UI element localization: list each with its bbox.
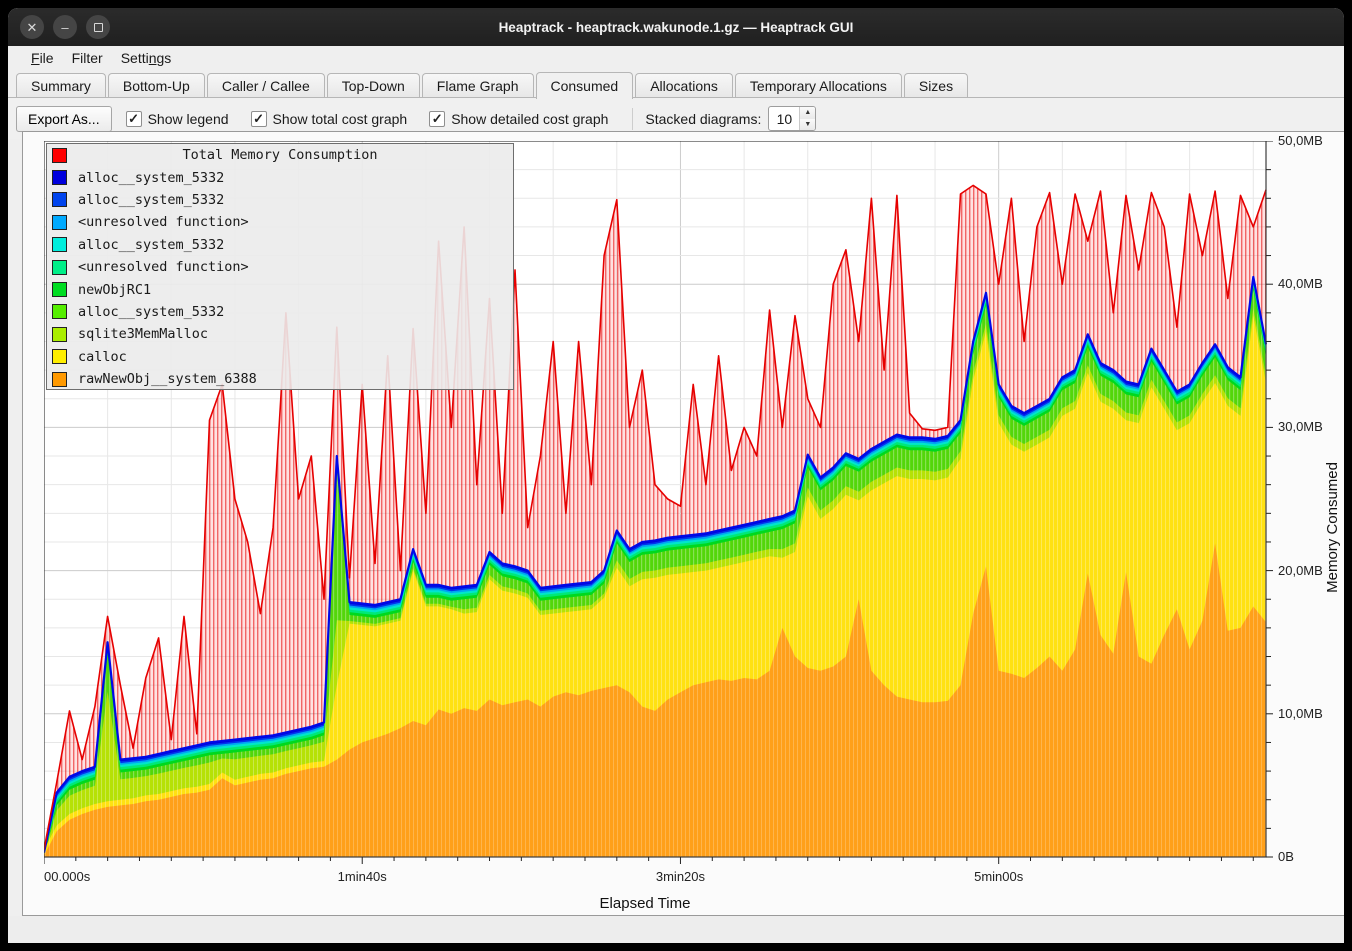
legend-label: alloc__system_5332	[78, 304, 224, 320]
legend-swatch-icon	[52, 237, 67, 252]
spinner-value[interactable]: 10	[769, 107, 799, 130]
menu-file[interactable]: File	[22, 48, 63, 68]
spinner-buttons: ▲ ▼	[799, 107, 815, 130]
y-tick-label: 10,0MB	[1278, 706, 1323, 721]
legend-label: rawNewObj__system_6388	[78, 371, 257, 387]
legend-swatch-icon	[52, 327, 67, 342]
spinner-up-icon[interactable]: ▲	[800, 107, 815, 119]
tab-bar: SummaryBottom-UpCaller / CalleeTop-DownF…	[8, 70, 1344, 98]
y-tick-label: 0B	[1278, 849, 1294, 864]
legend-label: <unresolved function>	[78, 214, 249, 230]
checkbox-show-legend[interactable]: ✓ Show legend	[126, 111, 229, 127]
checkbox-show-detailed-cost-graph[interactable]: ✓ Show detailed cost graph	[429, 111, 608, 127]
menu-filter[interactable]: Filter	[63, 48, 112, 68]
legend-swatch-icon	[52, 260, 67, 275]
tab-consumed[interactable]: Consumed	[536, 72, 634, 99]
title-bar: ✕ – Heaptrack - heaptrack.wakunode.1.gz …	[8, 8, 1344, 46]
legend-item: alloc__system_5332	[47, 301, 513, 323]
legend-swatch-icon	[52, 372, 67, 387]
menu-settings[interactable]: Settings	[112, 48, 181, 68]
checkbox-check-icon[interactable]: ✓	[251, 111, 267, 127]
legend-label: newObjRC1	[78, 282, 151, 298]
spinner-down-icon[interactable]: ▼	[800, 119, 815, 131]
x-tick-label: 3min20s	[620, 869, 740, 884]
export-as-button[interactable]: Export As...	[16, 106, 112, 132]
checkbox-label: Show legend	[148, 111, 229, 127]
legend-item: alloc__system_5332	[47, 189, 513, 211]
menu-bar: FileFilterSettings	[8, 46, 1344, 70]
legend-swatch-icon	[52, 192, 67, 207]
legend-item: rawNewObj__system_6388	[47, 368, 513, 390]
legend-item: alloc__system_5332	[47, 166, 513, 188]
legend-swatch-icon	[52, 349, 67, 364]
desktop: ✕ – Heaptrack - heaptrack.wakunode.1.gz …	[0, 0, 1352, 951]
tab-caller-callee[interactable]: Caller / Callee	[207, 73, 325, 98]
stacked-diagrams-spinner[interactable]: 10 ▲ ▼	[768, 106, 816, 131]
tab-flame-graph[interactable]: Flame Graph	[422, 73, 534, 98]
tab-allocations[interactable]: Allocations	[635, 73, 733, 98]
tab-summary[interactable]: Summary	[16, 73, 106, 98]
legend-swatch-icon	[52, 304, 67, 319]
heaptrack-window: ✕ – Heaptrack - heaptrack.wakunode.1.gz …	[8, 8, 1344, 943]
legend-label: alloc__system_5332	[78, 170, 224, 186]
tab-temporary-allocations[interactable]: Temporary Allocations	[735, 73, 902, 98]
stacked-diagrams-label: Stacked diagrams:	[645, 111, 761, 127]
checkbox-check-icon[interactable]: ✓	[429, 111, 445, 127]
x-tick-label: 5min00s	[939, 869, 1059, 884]
checkbox-label: Show detailed cost graph	[451, 111, 608, 127]
consumed-chart-panel: Total Memory Consumption alloc__system_53…	[22, 131, 1344, 916]
y-tick-label: 40,0MB	[1278, 276, 1323, 291]
legend-label: calloc	[78, 349, 127, 365]
x-tick-label: 00.000s	[44, 869, 90, 884]
legend-item: newObjRC1	[47, 278, 513, 300]
legend-label: alloc__system_5332	[78, 192, 224, 208]
legend-item: sqlite3MemMalloc	[47, 323, 513, 345]
legend-item: alloc__system_5332	[47, 234, 513, 256]
legend-swatch-icon	[52, 215, 67, 230]
chart-legend: Total Memory Consumption alloc__system_53…	[46, 143, 514, 390]
tab-top-down[interactable]: Top-Down	[327, 73, 420, 98]
checkbox-check-icon[interactable]: ✓	[126, 111, 142, 127]
legend-item: calloc	[47, 346, 513, 368]
legend-label: <unresolved function>	[78, 259, 249, 275]
y-tick-label: 30,0MB	[1278, 419, 1323, 434]
x-axis-title: Elapsed Time	[23, 895, 1267, 912]
window-title: Heaptrack - heaptrack.wakunode.1.gz — He…	[8, 20, 1344, 35]
tab-sizes[interactable]: Sizes	[904, 73, 968, 98]
x-tick-label: 1min40s	[302, 869, 422, 884]
checkbox-group: ✓ Show legend ✓ Show total cost graph ✓ Show …	[126, 111, 631, 127]
window-bottom-margin	[8, 916, 1344, 943]
legend-label: alloc__system_5332	[78, 237, 224, 253]
legend-swatch-icon	[52, 282, 67, 297]
y-axis-title: Memory Consumed	[1324, 462, 1341, 593]
legend-item: <unresolved function>	[47, 256, 513, 278]
y-tick-label: 20,0MB	[1278, 563, 1323, 578]
legend-label: Total Memory Consumption	[47, 147, 513, 163]
checkbox-show-total-cost-graph[interactable]: ✓ Show total cost graph	[251, 111, 408, 127]
legend-item: Total Memory Consumption	[47, 144, 513, 166]
tab-bottom-up[interactable]: Bottom-Up	[108, 73, 205, 98]
y-tick-label: 50,0MB	[1278, 133, 1323, 148]
legend-label: sqlite3MemMalloc	[78, 326, 208, 342]
toolbar-separator	[632, 108, 633, 130]
checkbox-label: Show total cost graph	[273, 111, 408, 127]
legend-item: <unresolved function>	[47, 211, 513, 233]
legend-swatch-icon	[52, 170, 67, 185]
